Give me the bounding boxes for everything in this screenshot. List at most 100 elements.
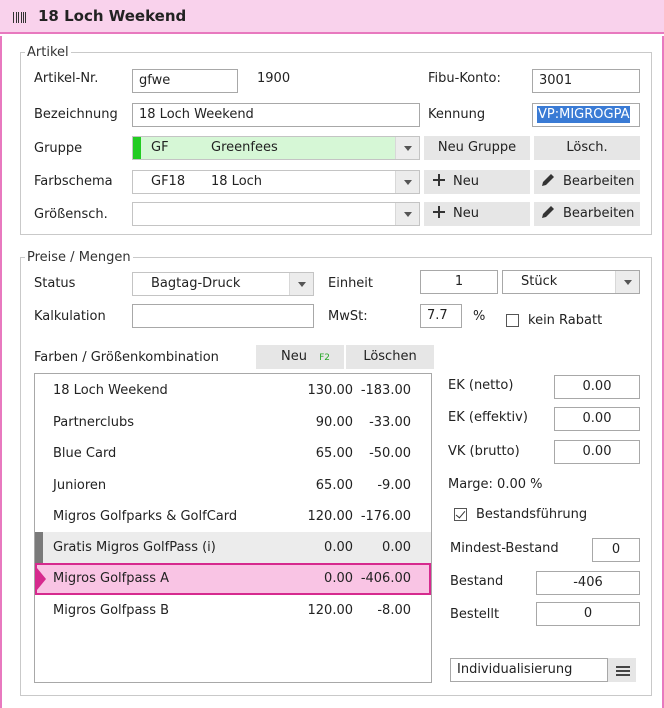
groessenschema-dropdown[interactable] xyxy=(132,202,420,226)
list-item-disabled[interactable]: Gratis Migros GolfPass (i) 0.00 0.00 xyxy=(35,532,431,563)
artikel-nr-number: 1900 xyxy=(257,71,291,86)
gruppe-dropdown[interactable]: GF Greenfees xyxy=(132,136,420,160)
groessenschema-neu-label: Neu xyxy=(453,206,479,221)
vk-brutto-label: VK (brutto) xyxy=(448,444,520,459)
barcode-icon xyxy=(13,12,26,23)
kombination-label: Farben / Größenkombination xyxy=(34,350,219,365)
bezeichnung-input[interactable]: 18 Loch Weekend xyxy=(132,103,420,127)
list-item-price: 0.00 xyxy=(324,571,353,586)
list-item[interactable]: Blue Card 65.00 -50.00 xyxy=(35,438,431,469)
mwst-label: MwSt: xyxy=(328,309,368,324)
list-item-price: 0.00 xyxy=(324,540,353,555)
kein-rabatt-checkbox[interactable] xyxy=(506,314,519,327)
chevron-down-icon[interactable] xyxy=(395,203,419,225)
pencil-icon xyxy=(542,206,554,218)
individualisierung-menu-button[interactable] xyxy=(608,658,636,682)
bestand-input[interactable]: -406 xyxy=(536,571,640,595)
kombination-list[interactable]: 18 Loch Weekend 130.00 -183.00 Partnercl… xyxy=(34,373,432,683)
kombination-neu-label: Neu xyxy=(281,349,307,364)
kombination-loeschen-button[interactable]: Löschen xyxy=(346,345,434,369)
farbschema-label: Farbschema xyxy=(34,174,113,189)
bestandsfuehrung-label: Bestandsführung xyxy=(476,507,588,522)
vk-brutto-input[interactable]: 0.00 xyxy=(554,440,640,464)
farbschema-dropdown[interactable]: GF18 18 Loch xyxy=(132,170,420,194)
list-item[interactable]: Partnerclubs 90.00 -33.00 xyxy=(35,407,431,438)
window-title: 18 Loch Weekend xyxy=(38,7,187,25)
list-item-price: 120.00 xyxy=(307,509,354,524)
einheit-unit-value: Stück xyxy=(521,274,558,289)
einheit-unit-dropdown[interactable]: Stück xyxy=(502,270,640,294)
farbschema-bearbeiten-button[interactable]: Bearbeiten xyxy=(534,170,640,194)
list-item-stock: -406.00 xyxy=(360,571,411,586)
gruppe-name: Greenfees xyxy=(211,140,278,155)
farbschema-neu-button[interactable]: Neu xyxy=(424,170,530,194)
mindest-bestand-label: Mindest-Bestand xyxy=(450,541,559,556)
kalkulation-input[interactable] xyxy=(132,304,314,328)
bezeichnung-label: Bezeichnung xyxy=(34,107,118,122)
selected-row-arrow-icon xyxy=(37,568,46,590)
individualisierung-field[interactable]: Individualisierung xyxy=(450,658,608,682)
list-item-name: Migros Golfparks & GolfCard xyxy=(53,509,238,524)
list-item-stock: -183.00 xyxy=(360,383,411,398)
list-item[interactable]: Migros Golfpass B 120.00 -8.00 xyxy=(35,595,431,626)
chevron-down-icon[interactable] xyxy=(289,273,313,295)
list-item-price: 65.00 xyxy=(315,446,353,461)
status-dropdown[interactable]: Bagtag-Druck xyxy=(132,272,314,296)
list-item-name: 18 Loch Weekend xyxy=(53,383,168,398)
ek-effektiv-label: EK (effektiv) xyxy=(448,410,528,425)
list-item-stock: -176.00 xyxy=(360,509,411,524)
groessenschema-neu-button[interactable]: Neu xyxy=(424,202,530,226)
list-item-name: Partnerclubs xyxy=(53,415,134,430)
loesch-button[interactable]: Lösch. xyxy=(534,136,640,160)
artikel-nr-label: Artikel-Nr. xyxy=(34,71,99,86)
fibu-konto-input[interactable]: 3001 xyxy=(532,69,640,93)
artikel-nr-input[interactable]: gfwe xyxy=(132,69,238,93)
list-item-name: Junioren xyxy=(53,478,107,493)
kennung-selected-text: VP:MIGROGPA xyxy=(537,106,631,123)
mwst-input[interactable]: 7.7 xyxy=(420,304,462,328)
gruppe-color-swatch xyxy=(133,137,141,159)
chevron-down-icon[interactable] xyxy=(395,137,419,159)
ek-effektiv-input[interactable]: 0.00 xyxy=(554,407,640,431)
list-item-stock: -33.00 xyxy=(369,415,411,430)
list-item-stock: -50.00 xyxy=(369,446,411,461)
ek-netto-input[interactable]: 0.00 xyxy=(554,375,640,399)
row-marker xyxy=(35,532,43,563)
kennung-label: Kennung xyxy=(428,107,486,122)
status-label: Status xyxy=(34,276,76,291)
list-item-name: Blue Card xyxy=(53,446,117,461)
chevron-down-icon[interactable] xyxy=(395,171,419,193)
plus-icon xyxy=(433,174,445,186)
einheit-qty-input[interactable]: 1 xyxy=(420,270,498,294)
list-item-stock: 0.00 xyxy=(382,540,411,555)
groessenschema-label: Größensch. xyxy=(34,207,108,222)
list-item-stock: -8.00 xyxy=(377,603,411,618)
list-item-price: 120.00 xyxy=(307,603,354,618)
list-item[interactable]: Junioren 65.00 -9.00 xyxy=(35,470,431,501)
preise-legend: Preise / Mengen xyxy=(27,250,131,265)
bestand-label: Bestand xyxy=(450,574,504,589)
kennung-input[interactable]: VP:MIGROGPA xyxy=(532,103,640,127)
farbschema-bearbeiten-label: Bearbeiten xyxy=(563,174,635,189)
bestellt-input[interactable]: 0 xyxy=(536,602,640,626)
mindest-bestand-input[interactable]: 0 xyxy=(592,538,640,562)
kein-rabatt-label: kein Rabatt xyxy=(528,313,603,328)
kombination-neu-button[interactable]: Neu F2 xyxy=(256,345,344,369)
groessenschema-bearbeiten-button[interactable]: Bearbeiten xyxy=(534,202,640,226)
kombination-neu-shortcut: F2 xyxy=(319,353,331,363)
farbschema-neu-label: Neu xyxy=(453,174,479,189)
menu-icon xyxy=(616,666,630,676)
farbschema-name: 18 Loch xyxy=(211,174,263,189)
list-item[interactable]: 18 Loch Weekend 130.00 -183.00 xyxy=(35,375,431,406)
list-item-selected[interactable]: Migros Golfpass A 0.00 -406.00 xyxy=(35,563,431,595)
kalkulation-label: Kalkulation xyxy=(34,309,106,324)
list-item-name: Gratis Migros GolfPass (i) xyxy=(53,540,216,555)
pencil-icon xyxy=(542,174,554,186)
neu-gruppe-button[interactable]: Neu Gruppe xyxy=(424,136,530,160)
list-item-stock: -9.00 xyxy=(377,478,411,493)
farbschema-code: GF18 xyxy=(151,174,186,189)
list-item[interactable]: Migros Golfparks & GolfCard 120.00 -176.… xyxy=(35,501,431,532)
bestandsfuehrung-checkbox[interactable] xyxy=(454,508,467,521)
chevron-down-icon[interactable] xyxy=(615,271,639,293)
gruppe-label: Gruppe xyxy=(34,141,83,156)
